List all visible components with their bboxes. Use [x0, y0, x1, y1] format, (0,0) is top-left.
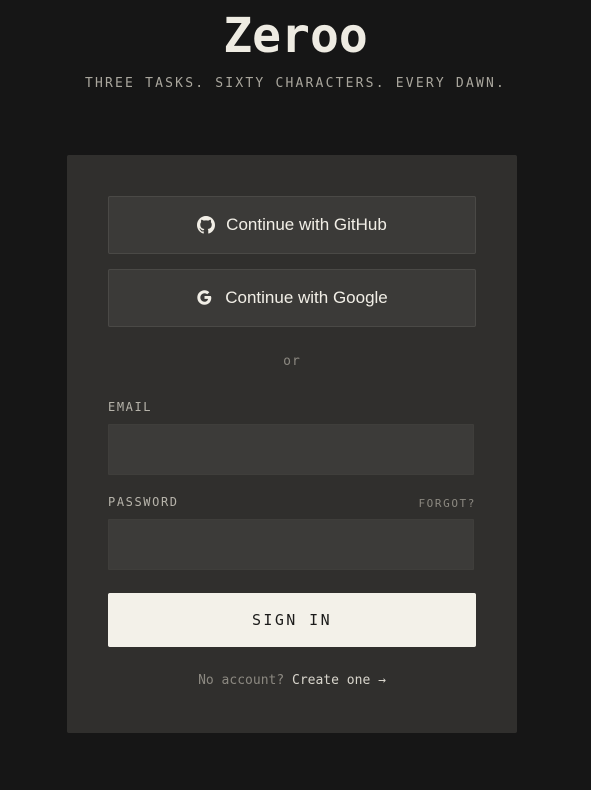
create-account-link[interactable]: Create one → [292, 673, 386, 688]
signin-card: Continue with GitHub Continue with Googl… [67, 155, 517, 733]
password-field[interactable] [108, 519, 474, 570]
github-signin-label: Continue with GitHub [226, 215, 387, 234]
or-divider: or [283, 354, 301, 369]
github-signin-button[interactable]: Continue with GitHub [108, 196, 476, 254]
email-label: EMAIL [108, 400, 153, 414]
google-signin-button[interactable]: Continue with Google [108, 269, 476, 327]
app-tagline: THREE TASKS. SIXTY CHARACTERS. EVERY DAW… [84, 76, 507, 91]
signup-row: No account? Create one → [67, 673, 517, 688]
signup-prompt: No account? [198, 673, 285, 688]
password-label: PASSWORD [108, 495, 179, 509]
email-field[interactable] [108, 424, 474, 475]
google-signin-label: Continue with Google [225, 288, 388, 307]
forgot-password-link[interactable]: FORGOT? [418, 497, 476, 510]
app-title: Zeroo [223, 8, 368, 64]
sign-in-button[interactable]: SIGN IN [108, 593, 476, 647]
google-icon [196, 289, 214, 307]
github-icon [197, 216, 216, 234]
